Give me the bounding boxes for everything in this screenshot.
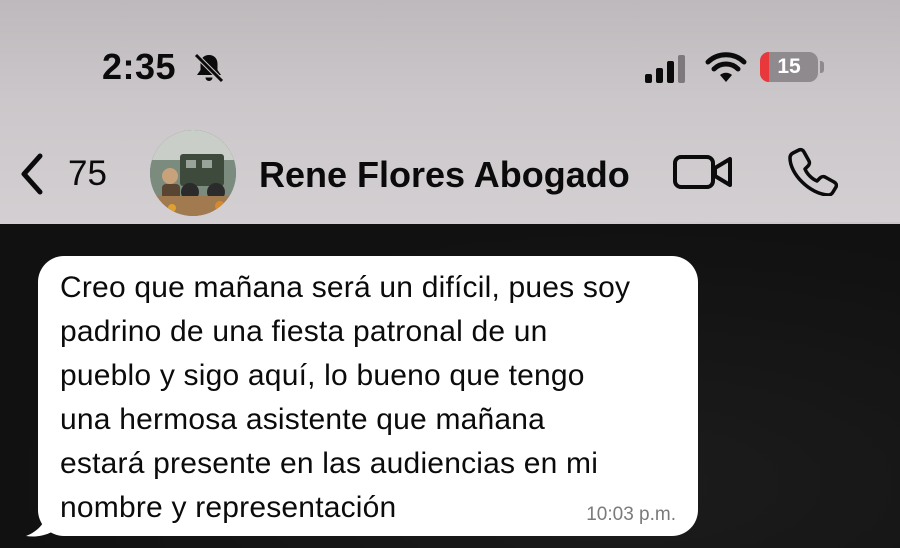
wifi-icon — [705, 52, 747, 82]
cellular-signal-icon — [645, 55, 685, 83]
video-camera-icon[interactable] — [672, 150, 734, 194]
message-bubble[interactable]: Creo que mañana será un difícil, pues so… — [38, 256, 698, 536]
battery-percent: 15 — [777, 55, 801, 78]
contact-name[interactable]: Rene Flores Abogado — [259, 154, 630, 196]
unread-count: 75 — [68, 154, 107, 193]
back-button[interactable]: 75 — [14, 148, 124, 200]
phone-icon[interactable] — [788, 146, 838, 196]
status-time: 2:35 — [102, 46, 177, 87]
avatar-image — [150, 130, 236, 216]
message-text: Creo que mañana será un difícil, pues so… — [60, 271, 631, 524]
battery-icon: 15 — [760, 52, 818, 82]
message-timestamp: 10:03 p.m. — [586, 504, 676, 525]
bell-slash-icon — [194, 53, 224, 83]
chevron-left-icon — [21, 153, 43, 195]
avatar[interactable] — [150, 130, 236, 216]
battery-tip — [820, 61, 824, 73]
